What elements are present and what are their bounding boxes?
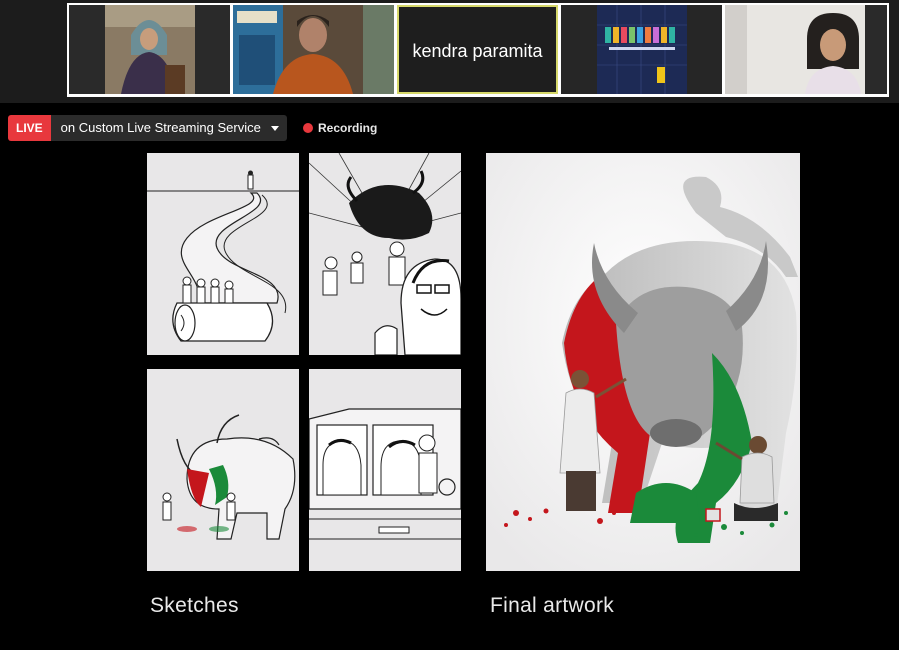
sketch-panel-road (147, 153, 299, 355)
live-service-dropdown[interactable]: on Custom Live Streaming Service (50, 115, 287, 141)
sketch-panel-chase (309, 153, 461, 355)
sketch-chase-illustration (309, 153, 461, 355)
participant-video-5 (725, 5, 887, 94)
live-badge: LIVE (8, 115, 51, 141)
participant-name: kendra paramita (412, 41, 543, 61)
participant-tile-3[interactable]: kendra paramita (397, 5, 558, 94)
participant-tile-1[interactable] (69, 5, 230, 94)
gallery-view: kendra paramita (67, 3, 889, 97)
final-artwork-caption: Final artwork (490, 594, 615, 617)
sketch-panel-bull (147, 369, 299, 571)
sketches-caption: Sketches (150, 594, 239, 617)
final-artwork-illustration (486, 153, 800, 571)
recording-dot-icon (303, 123, 313, 133)
live-service-label: on Custom Live Streaming Service (60, 120, 261, 135)
sketch-panel-car (309, 369, 461, 571)
participant-video-2 (233, 5, 394, 94)
sketch-car-illustration (309, 369, 461, 571)
chevron-down-icon[interactable] (270, 125, 279, 131)
participant-tile-5[interactable] (725, 5, 887, 94)
participant-screen-4 (561, 5, 722, 94)
sketch-bull-illustration (147, 369, 299, 571)
participant-video-1 (69, 5, 230, 94)
participant-tile-4[interactable] (561, 5, 722, 94)
recording-indicator[interactable]: Recording (303, 121, 377, 135)
live-streaming-bar: LIVE on Custom Live Streaming Service (8, 115, 287, 141)
sketch-road-illustration (147, 153, 299, 355)
recording-label: Recording (318, 121, 378, 135)
final-artwork (486, 153, 800, 571)
participant-tile-2[interactable] (233, 5, 394, 94)
